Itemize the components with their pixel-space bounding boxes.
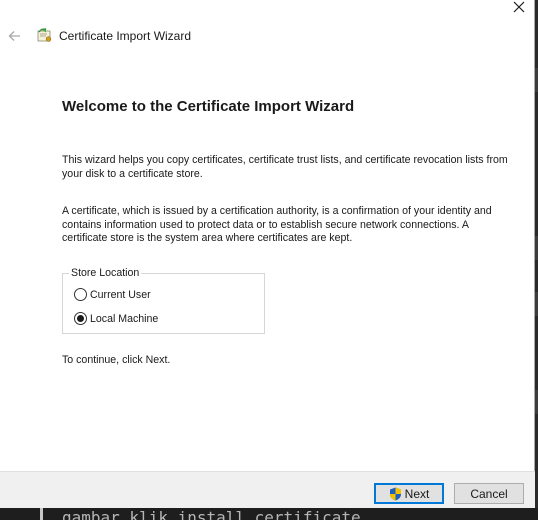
window-title: Certificate Import Wizard [59,29,192,43]
wizard-header: Certificate Import Wizard [0,22,535,54]
description-paragraph: A certificate, which is issued by a cert… [62,205,492,244]
intro-paragraph: This wizard helps you copy certificates,… [62,154,508,180]
close-icon [513,1,525,13]
next-button[interactable]: Next [374,483,444,504]
radio-circle[interactable] [74,312,87,325]
certificate-icon [36,27,54,45]
page-title: Welcome to the Certificate Import Wizard [62,98,355,115]
uac-shield-icon [389,487,402,501]
wizard-footer: Next Cancel [0,471,535,508]
radio-local-machine-label: Local Machine [90,312,159,325]
cancel-button[interactable]: Cancel [454,483,524,504]
editor-code-line: gambar klik install certificate [62,508,361,520]
continue-instruction: To continue, click Next. [62,354,171,366]
store-location-group: Store Location Current User Local Machin… [62,267,265,334]
store-location-legend: Store Location [69,267,142,279]
next-button-label: Next [404,486,430,501]
cancel-button-label: Cancel [470,486,508,501]
back-button[interactable] [6,27,24,45]
editor-gutter-bar [40,508,43,520]
certificate-import-wizard-dialog: Certificate Import Wizard Welcome to the… [0,0,535,508]
radio-circle[interactable] [74,288,87,301]
background-editor: gambar klik install certificate [0,508,538,520]
back-arrow-icon [8,31,20,41]
screen: { "window": { "close_symbol": "✕", "titl… [0,0,538,520]
radio-local-machine[interactable]: Local Machine [74,312,158,325]
radio-current-user[interactable]: Current User [74,288,151,301]
radio-current-user-label: Current User [90,288,151,301]
close-button[interactable] [503,0,535,18]
